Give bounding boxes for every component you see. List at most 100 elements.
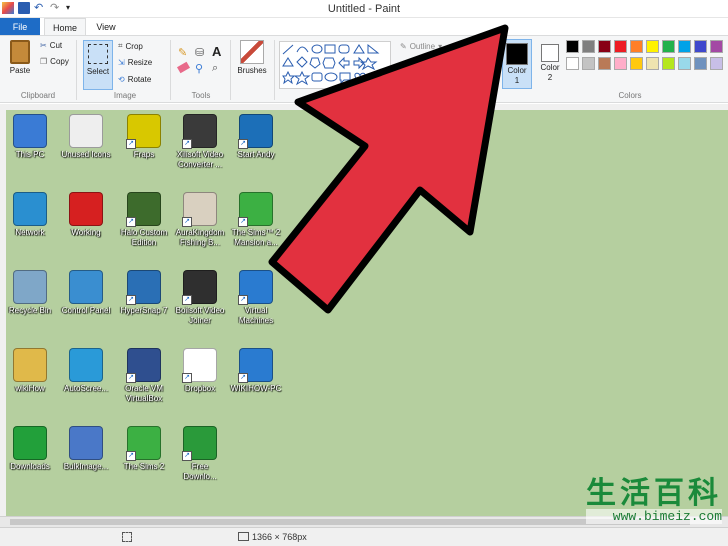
resize-icon: ⇲ xyxy=(118,58,125,67)
palette-swatch[interactable] xyxy=(678,40,691,53)
palette-swatch[interactable] xyxy=(630,57,643,70)
desktop-icon[interactable]: ↗ Start Andy xyxy=(230,114,282,160)
desktop-icon[interactable]: This PC xyxy=(6,114,56,160)
desktop-icon[interactable]: ↗ Free Downlo... xyxy=(174,426,226,482)
divider xyxy=(274,40,275,100)
color2-button[interactable]: Color 2 xyxy=(537,39,563,89)
sims-icon: ↗ xyxy=(126,426,161,461)
brushes-button[interactable]: Brushes xyxy=(236,40,268,90)
ribbon-tabs: File Home View xyxy=(0,18,728,36)
desktop-icon[interactable]: ↗ Halo Custom Edition xyxy=(118,192,170,248)
palette-swatch[interactable] xyxy=(678,57,691,70)
crop-button[interactable]: ⌗ Crop xyxy=(118,41,143,51)
scissors-icon: ✂ xyxy=(40,41,47,50)
palette-swatch[interactable] xyxy=(598,57,611,70)
outline-button[interactable]: ✎ Outline ▾ xyxy=(400,42,442,51)
desktop-icon[interactable]: AutoScree... xyxy=(60,348,112,394)
desktop-icon[interactable]: ↗ The Sims 2 xyxy=(118,426,170,472)
desktop-icon-label: The Sims™ 2 Mansion a... xyxy=(231,228,281,247)
palette-swatch[interactable] xyxy=(630,40,643,53)
desktop-icon[interactable]: Recycle Bin xyxy=(6,270,56,316)
copy-button[interactable]: ❐ Copy xyxy=(40,57,69,66)
resize-button[interactable]: ⇲ Resize xyxy=(118,58,152,67)
tab-home[interactable]: Home xyxy=(44,18,86,36)
desktop-icon[interactable]: ↗ The Sims™ 2 Mansion a... xyxy=(230,192,282,248)
video-joiner-icon: ↗ xyxy=(182,270,217,305)
clock-icon xyxy=(69,114,103,148)
tab-file[interactable]: File xyxy=(0,18,40,36)
desktop-icon[interactable]: Working xyxy=(60,192,112,238)
select-button[interactable]: Select xyxy=(83,40,113,90)
palette-swatch[interactable] xyxy=(598,40,611,53)
paste-button[interactable]: Paste xyxy=(6,40,34,86)
size-button[interactable] xyxy=(468,44,488,57)
desktop-icon[interactable]: Unused Icons xyxy=(60,114,112,160)
desktop-icon[interactable]: BulkImage... xyxy=(60,426,112,472)
shortcut-arrow-icon: ↗ xyxy=(238,373,248,383)
canvas-area[interactable]: This PC Unused Icons ↗ Fraps ↗ Xilisoft Video… xyxy=(0,104,728,527)
desktop-icon[interactable]: ↗ Xilisoft Video Converter ... xyxy=(174,114,226,170)
palette-swatch[interactable] xyxy=(614,57,627,70)
palette-swatch[interactable] xyxy=(582,57,595,70)
eraser-icon[interactable] xyxy=(176,61,191,74)
palette-swatch[interactable] xyxy=(566,57,579,70)
cut-label: Cut xyxy=(49,41,63,50)
desktop-icon[interactable]: ↗ Dropbox xyxy=(174,348,226,394)
shortcut-arrow-icon: ↗ xyxy=(182,295,192,305)
palette-swatch[interactable] xyxy=(662,57,675,70)
shortcut-arrow-icon: ↗ xyxy=(182,217,192,227)
desktop-icon[interactable]: ↗ Oracle VM VirtualBox xyxy=(118,348,170,404)
rotate-button[interactable]: ⟲ Rotate xyxy=(118,75,151,84)
cut-button[interactable]: ✂ Cut xyxy=(40,41,62,50)
control-panel-icon xyxy=(69,270,103,304)
colors-group-label: Colors xyxy=(618,91,642,100)
color-picker-icon[interactable]: ⚲ xyxy=(195,62,203,75)
tab-view[interactable]: View xyxy=(88,18,124,36)
magnifier-icon[interactable]: ⌕ xyxy=(212,62,218,75)
color1-button[interactable]: Color 1 xyxy=(502,39,532,89)
palette-swatch[interactable] xyxy=(646,57,659,70)
palette-swatch[interactable] xyxy=(694,57,707,70)
desktop-icon[interactable]: Network xyxy=(6,192,56,238)
desktop-icon-label: HyperSnap 7 xyxy=(120,306,168,315)
palette-swatch[interactable] xyxy=(710,40,723,53)
palette-swatch[interactable] xyxy=(614,40,627,53)
clipboard-group-label: Clipboard xyxy=(20,91,56,100)
palette-swatch[interactable] xyxy=(582,40,595,53)
shapes-gallery[interactable] xyxy=(279,41,391,89)
desktop-icon[interactable]: Downloads xyxy=(6,426,56,472)
watermark-logo-text: 生活百科 xyxy=(586,476,722,511)
color2-swatch xyxy=(541,44,559,62)
pencil-icon[interactable]: ✎ xyxy=(178,46,187,59)
palette-swatch[interactable] xyxy=(694,40,707,53)
watermark: 生活百科 www.bimeiz.com xyxy=(586,479,722,524)
aura-icon: ↗ xyxy=(182,192,217,227)
desktop-icon-label: Start Andy xyxy=(237,150,275,159)
desktop-icon[interactable]: wikiHow xyxy=(6,348,56,394)
gear-icon xyxy=(69,426,103,460)
resize-label: Resize xyxy=(127,58,153,67)
desktop-icon[interactable]: ↗ WIKIHOW-PC xyxy=(230,348,282,394)
palette-swatch[interactable] xyxy=(710,57,723,70)
fill-button[interactable]: ⛁ Fill ▾ xyxy=(400,60,427,69)
palette-swatch[interactable] xyxy=(566,40,579,53)
desktop-icon[interactable]: ↗ AuraKingdom Fishing B... xyxy=(174,192,226,248)
palette-swatch[interactable] xyxy=(646,40,659,53)
tools-grid: ✎ ⛁ A ⚲ ⌕ xyxy=(176,44,226,80)
pasted-desktop-image[interactable]: This PC Unused Icons ↗ Fraps ↗ Xilisoft Video… xyxy=(6,110,728,517)
shortcut-arrow-icon: ↗ xyxy=(126,373,136,383)
palette-swatch[interactable] xyxy=(662,40,675,53)
shortcut-arrow-icon: ↗ xyxy=(126,217,136,227)
fill-bucket-icon[interactable]: ⛁ xyxy=(195,46,204,59)
desktop-icon[interactable]: ↗ Boilsoft Video Joiner xyxy=(174,270,226,326)
desktop-icon[interactable]: ↗ Virtual Machines xyxy=(230,270,282,326)
desktop-icon[interactable]: Control Panel xyxy=(60,270,112,316)
dropbox-icon: ↗ xyxy=(182,348,217,383)
desktop-icon-label: Xilisoft Video Converter ... xyxy=(176,150,224,169)
shortcut-arrow-icon: ↗ xyxy=(238,217,248,227)
sims-icon: ↗ xyxy=(238,192,273,227)
desktop-icon[interactable]: ↗ HyperSnap 7 xyxy=(118,270,170,316)
desktop-icon-label: Unused Icons xyxy=(61,150,111,159)
text-tool-icon[interactable]: A xyxy=(212,44,221,59)
desktop-icon[interactable]: ↗ Fraps xyxy=(118,114,170,160)
